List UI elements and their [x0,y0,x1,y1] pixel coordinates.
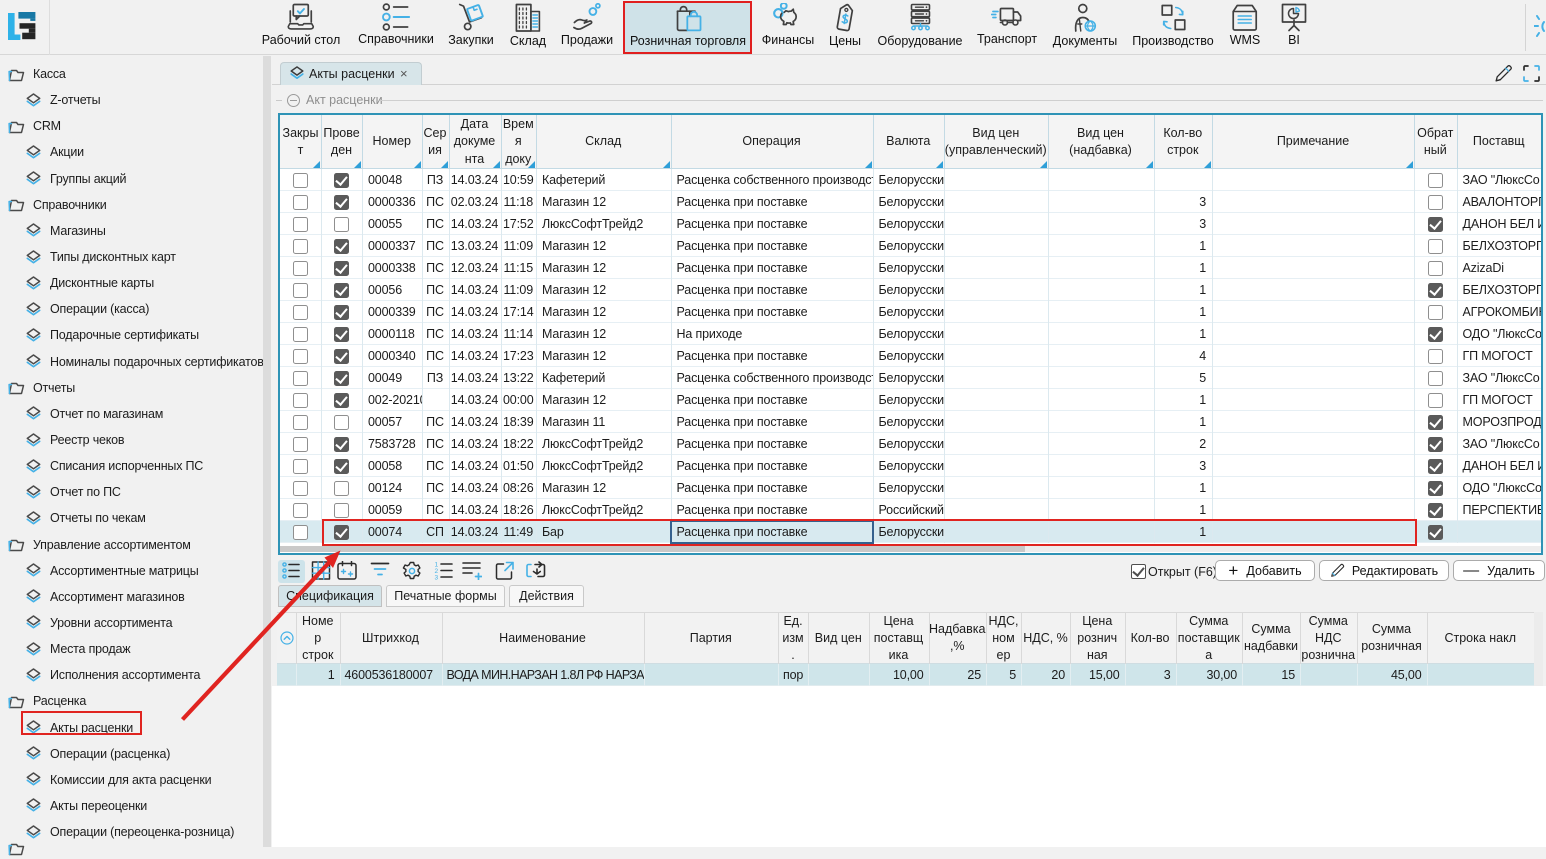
svg-text:3: 3 [435,575,439,581]
